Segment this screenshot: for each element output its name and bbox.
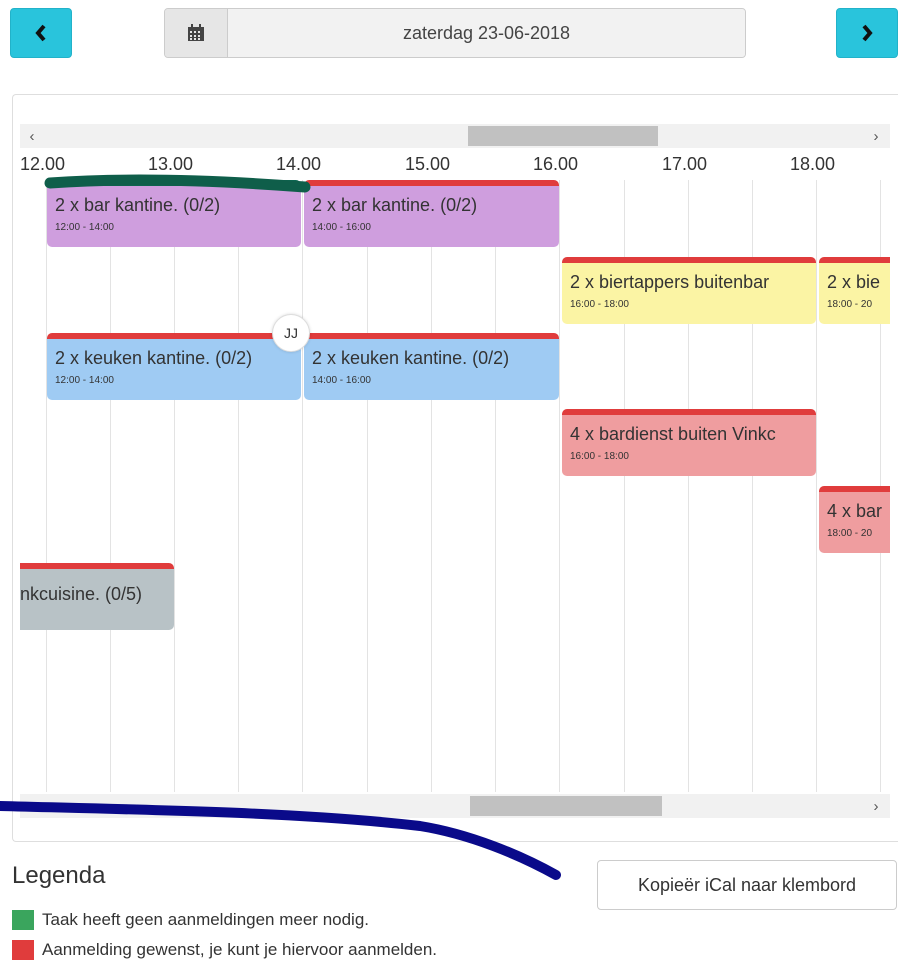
legend-title: Legenda	[12, 862, 106, 889]
legend-label: Taak heeft geen aanmeldingen meer nodig.	[42, 910, 370, 929]
copy-ical-button[interactable]: Kopieër iCal naar klembord	[597, 860, 897, 910]
annotation-strokes	[0, 174, 561, 880]
legend-item-red: Aanmelding gewenst, je kunt je hiervoor …	[12, 940, 437, 960]
legend-item-green: Taak heeft geen aanmeldingen meer nodig.	[12, 910, 369, 930]
green-swatch	[12, 910, 34, 930]
legend-label: Aanmelding gewenst, je kunt je hiervoor …	[42, 940, 438, 959]
red-swatch	[12, 940, 34, 960]
